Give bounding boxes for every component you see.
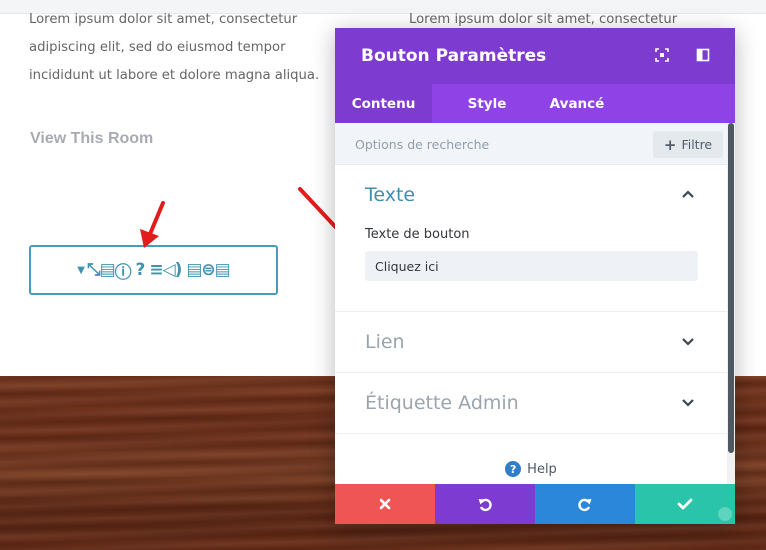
- modal-footer: [335, 484, 735, 524]
- modal-tabs: Contenu Style Avancé: [335, 84, 735, 123]
- button-text-input[interactable]: [365, 251, 698, 281]
- document-icon: ▤: [181, 260, 202, 280]
- section-lien-toggle[interactable]: Lien: [365, 331, 405, 353]
- help-label: Help: [527, 461, 557, 477]
- undo-button[interactable]: [435, 484, 535, 524]
- check-icon: [677, 498, 693, 510]
- tab-style[interactable]: Style: [432, 84, 542, 123]
- circle-lines-icon: ⊜: [201, 260, 215, 280]
- scrollbar-thumb[interactable]: [728, 123, 734, 453]
- icon-font-button[interactable]: ▼ ⤡ ▤ ⓘ ? ≡ ◁) ▤ ⊜ ▤: [29, 245, 278, 295]
- plus-icon: +: [663, 135, 677, 154]
- section-admin-label: Étiquette Admin: [335, 373, 727, 434]
- modal-body: + Filtre Texte Texte de bouton Lien Étiq…: [335, 123, 727, 484]
- tab-contenu[interactable]: Contenu: [335, 84, 432, 123]
- tab-avance[interactable]: Avancé: [542, 84, 612, 123]
- help-question-icon: ?: [505, 461, 522, 477]
- search-options-input[interactable]: [355, 133, 645, 155]
- button-settings-modal: Bouton Paramètres Contenu Style Avancé +…: [335, 28, 735, 524]
- undo-icon: [478, 498, 492, 512]
- save-button[interactable]: [635, 484, 735, 524]
- filter-button-label: Filtre: [681, 137, 713, 152]
- close-icon: [379, 498, 391, 510]
- list-icon: ≡: [149, 260, 163, 280]
- redo-icon: [578, 498, 592, 512]
- expand-diagonal-icon: ⤡: [86, 260, 101, 280]
- section-texte-toggle[interactable]: Texte: [365, 184, 415, 206]
- section-texte: Texte Texte de bouton: [335, 165, 727, 312]
- view-room-link[interactable]: View This Room: [30, 130, 153, 148]
- chevron-up-icon[interactable]: [681, 189, 695, 199]
- speaker-icon: ◁): [162, 260, 183, 280]
- caret-down-icon: ▼: [77, 264, 85, 276]
- lorem-text-left: Lorem ipsum dolor sit amet, consectetur …: [29, 12, 320, 83]
- redo-button[interactable]: [535, 484, 635, 524]
- document-icon: ▤: [99, 260, 116, 280]
- help-link[interactable]: ? Help: [335, 459, 727, 479]
- chevron-down-icon[interactable]: [681, 397, 695, 407]
- modal-title: Bouton Paramètres: [361, 46, 547, 66]
- expand-icon[interactable]: [655, 48, 669, 62]
- question-mark-icon: ?: [130, 260, 150, 280]
- resize-handle-icon[interactable]: [718, 507, 732, 521]
- section-admin-label-toggle[interactable]: Étiquette Admin: [365, 392, 519, 414]
- search-bar: + Filtre: [335, 123, 727, 165]
- button-text-label: Texte de bouton: [365, 227, 470, 242]
- document-icon: ▤: [214, 260, 231, 280]
- filter-button[interactable]: + Filtre: [653, 131, 723, 158]
- alert-circle-icon: ⓘ: [114, 262, 132, 283]
- chevron-down-icon[interactable]: [681, 336, 695, 346]
- split-view-icon[interactable]: [696, 48, 710, 62]
- section-lien: Lien: [335, 312, 727, 373]
- discard-button[interactable]: [335, 484, 435, 524]
- modal-header: Bouton Paramètres: [335, 28, 735, 84]
